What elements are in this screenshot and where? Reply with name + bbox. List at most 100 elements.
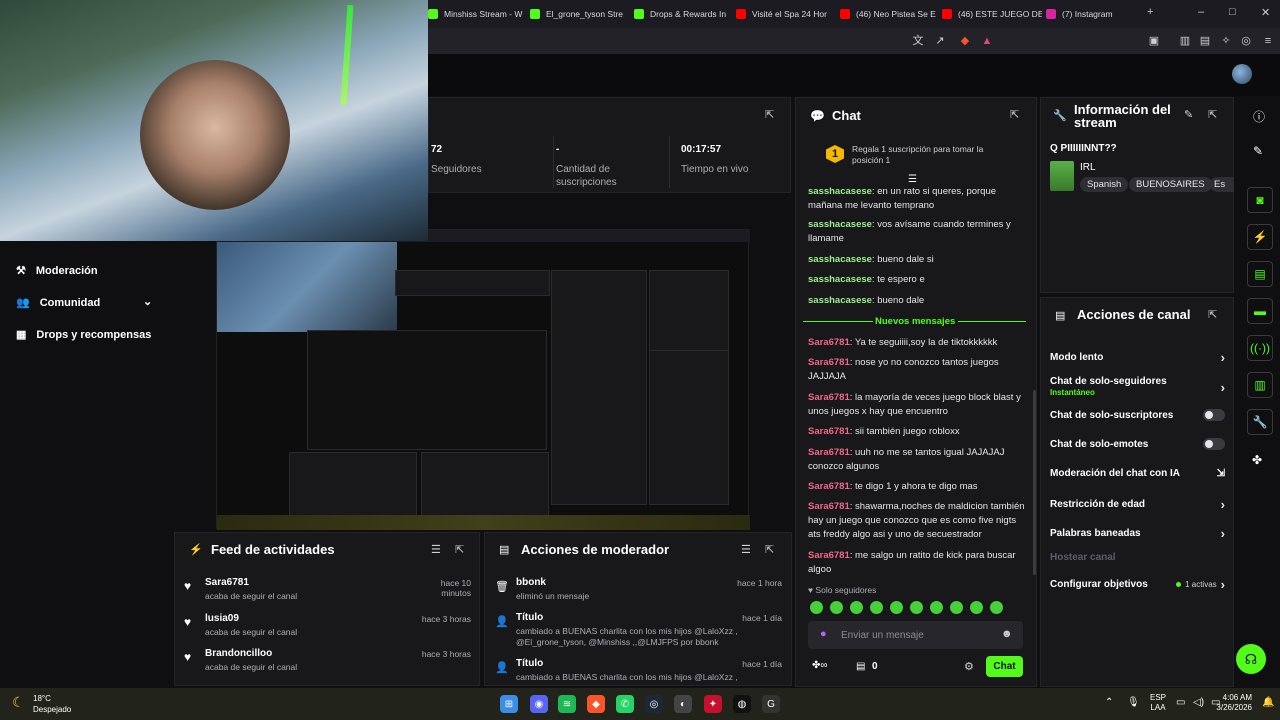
chat-username[interactable]: Sara6781	[808, 337, 850, 348]
brave-shield-icon[interactable]: ◆	[958, 34, 972, 48]
chat-message[interactable]: Sara6781: uuh no me se tantos igual JAJA…	[808, 446, 1028, 474]
translate-icon[interactable]: 文	[911, 34, 925, 48]
toggle-switch[interactable]	[1203, 409, 1225, 421]
chat-message[interactable]: sasshacasese: te espero e	[808, 273, 1028, 287]
chat-username[interactable]: sasshacasese	[808, 295, 872, 306]
popout-icon[interactable]: ⇱	[455, 543, 464, 556]
share-icon[interactable]: ↗	[933, 34, 947, 48]
notifications-icon[interactable]: 🔔	[1262, 697, 1274, 708]
feed-username[interactable]: Sara6781	[205, 577, 395, 588]
browser-tab[interactable]: (46) Neo Pistea Se E	[840, 4, 940, 24]
tag-chip[interactable]: BUENOSAIRES	[1129, 177, 1212, 192]
leo-icon[interactable]: ✧	[1219, 34, 1233, 48]
feed-item[interactable]: lusia09 acaba de seguir el canal	[205, 613, 395, 637]
popout-icon[interactable]: ⇱	[765, 543, 774, 556]
tag-chip[interactable]: Spanish	[1080, 177, 1129, 192]
ai-moderation-row[interactable]: Moderación del chat con IA ⇲	[1050, 468, 1225, 479]
chat-message[interactable]: sasshacasese: en un rato si queres, porq…	[808, 185, 1028, 213]
popout-icon[interactable]: ⇱	[1208, 308, 1217, 321]
wallet-icon[interactable]: ▣	[1147, 34, 1161, 48]
mic-icon[interactable]: ●	[820, 628, 827, 640]
lightning-icon[interactable]: ⚡	[1247, 224, 1273, 250]
feed-username[interactable]: lusia09	[205, 613, 395, 624]
chat-message[interactable]: Sara6781: nose yo no conozco tantos jueg…	[808, 356, 1028, 384]
chat-message[interactable]: sasshacasese: bueno dale si	[808, 253, 1028, 267]
more-icon[interactable]: ✤	[1252, 453, 1262, 467]
language-indicator[interactable]: ESP LAA	[1150, 693, 1166, 713]
brave-icon[interactable]: ◆	[587, 695, 605, 713]
store-icon[interactable]: ▤	[856, 661, 865, 672]
rewards-icon[interactable]: ▲	[980, 34, 994, 48]
tag-chip[interactable]: Es	[1210, 177, 1234, 192]
goals-row[interactable]: Configurar objetivos 1 activas ›	[1050, 577, 1225, 592]
nav-drops[interactable]: ▦ Drops y recompensas	[16, 328, 151, 342]
send-chat-button[interactable]: Chat	[986, 656, 1023, 677]
category-name[interactable]: IRL	[1080, 162, 1096, 173]
popout-icon[interactable]: ⇱	[765, 108, 774, 121]
chat-username[interactable]: Sara6781	[808, 447, 850, 458]
emote[interactable]	[970, 601, 983, 614]
emotes-chat-row[interactable]: Chat de solo-emotes	[1050, 438, 1225, 450]
chat-username[interactable]: sasshacasese	[808, 254, 872, 265]
avatar[interactable]	[1232, 64, 1252, 84]
browser-tab[interactable]: Minshiss Stream - W	[428, 4, 528, 24]
feed-item[interactable]: Brandoncilloo acaba de seguir el canal	[205, 648, 395, 672]
followers-chat-row[interactable]: Chat de solo-seguidores Instantáneo ›	[1050, 376, 1225, 398]
feed-item[interactable]: Sara6781 acaba de seguir el canal	[205, 577, 395, 601]
help-headset-icon[interactable]: ☊	[1236, 644, 1266, 674]
tray-chevron-icon[interactable]: ⌃	[1105, 697, 1113, 708]
broadcast-icon[interactable]: ((·))	[1247, 335, 1273, 361]
wallet-icon[interactable]: ▤	[1198, 34, 1212, 48]
feed-username[interactable]: Brandoncilloo	[205, 648, 395, 659]
gift-sub-banner[interactable]: Regala 1 suscripción para tomar la posic…	[852, 144, 1002, 166]
chat-username[interactable]: Sara6781	[808, 357, 850, 368]
app-icon[interactable]: G	[762, 695, 780, 713]
maximize-icon[interactable]: □	[1229, 6, 1236, 18]
chat-message[interactable]: Sara6781: shawarma,noches de maldicion t…	[808, 500, 1028, 542]
chat-username[interactable]: Sara6781	[808, 481, 850, 492]
info-icon[interactable]: ⓘ	[1253, 108, 1265, 125]
nav-moderation[interactable]: ⚒ Moderación	[16, 264, 98, 278]
emote[interactable]	[830, 601, 843, 614]
browser-tab[interactable]: (7) Instagram	[1046, 4, 1136, 24]
browser-tab[interactable]: (46) ESTE JUEGO DE	[942, 4, 1042, 24]
camera-icon[interactable]: ◙	[1247, 187, 1273, 213]
minimize-icon[interactable]: –	[1198, 6, 1204, 18]
volume-icon[interactable]: ◁)	[1193, 697, 1204, 708]
tools-icon[interactable]: 🔧	[1247, 409, 1273, 435]
new-tab-icon[interactable]: +	[1147, 6, 1153, 18]
chat-username[interactable]: Sara6781	[808, 501, 850, 512]
chat-username[interactable]: Sara6781	[808, 392, 850, 403]
mod-action-item[interactable]: bbonk eliminó un mensaje	[516, 577, 744, 602]
popout-icon[interactable]: ⇱	[1010, 108, 1019, 121]
mod-action-item[interactable]: Título cambiado a BUENAS charlita con los…	[516, 612, 744, 648]
slow-mode-row[interactable]: Modo lento ›	[1050, 350, 1225, 365]
pencil-icon[interactable]: ✎	[1253, 144, 1263, 158]
chat-username[interactable]: sasshacasese	[808, 186, 872, 197]
banned-words-row[interactable]: Palabras baneadas ›	[1050, 526, 1225, 541]
sidebar-icon[interactable]: ▥	[1178, 34, 1192, 48]
age-restriction-row[interactable]: Restricción de edad ›	[1050, 497, 1225, 512]
clock[interactable]: 4:06 AM 3/26/2026	[1214, 693, 1252, 713]
chat-message[interactable]: sasshacasese: vos avísame cuando termine…	[808, 218, 1028, 246]
network-icon[interactable]: ▭	[1176, 697, 1185, 708]
chat-icon[interactable]: ▬	[1247, 298, 1273, 324]
chat-message[interactable]: sasshacasese: bueno dale	[808, 294, 1028, 308]
whatsapp-icon[interactable]: ✆	[616, 695, 634, 713]
settings-gear-icon[interactable]: ⚙	[964, 660, 974, 673]
popout-icon[interactable]: ⇱	[1208, 108, 1217, 121]
mod-action-item[interactable]: Título cambiado a BUENAS charlita con los…	[516, 658, 744, 683]
filter-icon[interactable]: ☰	[431, 543, 441, 556]
nav-community[interactable]: 👥 Comunidad ⌄	[16, 296, 156, 309]
chat-input[interactable]: ● Enviar un mensaje ☻	[808, 621, 1023, 649]
chat-username[interactable]: sasshacasese	[808, 219, 872, 230]
chat-username[interactable]: sasshacasese	[808, 274, 872, 285]
document-icon[interactable]: ▤	[1247, 261, 1273, 287]
valorant-icon[interactable]: ✦	[704, 695, 722, 713]
layout-icon[interactable]: ▥	[1247, 372, 1273, 398]
vpn-icon[interactable]: ◎	[1239, 34, 1253, 48]
emote[interactable]	[930, 601, 943, 614]
filter-icon[interactable]: ☰	[741, 543, 751, 556]
browser-tab[interactable]: Visité el Spa 24 Hor	[736, 4, 836, 24]
category-thumbnail[interactable]	[1050, 161, 1074, 191]
